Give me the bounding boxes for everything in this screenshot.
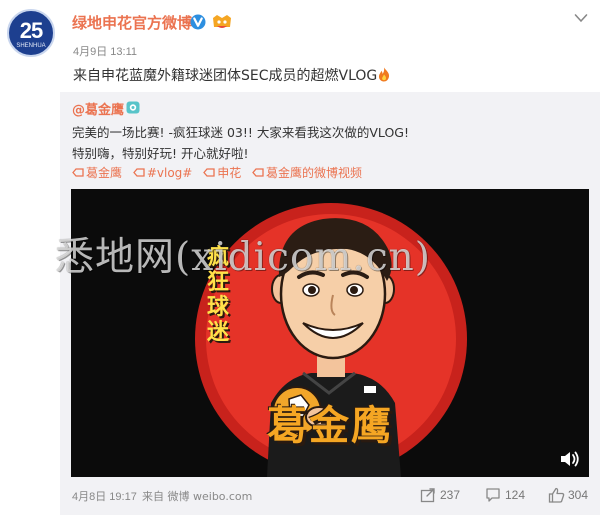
tag-label: #vlog# (146, 166, 193, 180)
repost-footer: 4月8日 19:17 来自 微博 weibo.com 237 124 304 (60, 478, 600, 515)
tag-label: 葛金鹰 (86, 166, 123, 180)
video-name-text: 葛金鹰 (267, 403, 393, 449)
post-header: 25 SHENHUA 绿地申花官方微博 4月9日 13:11 (0, 0, 600, 60)
tag-label: 葛金鹰的微博视频 (266, 166, 363, 180)
account-name[interactable]: 绿地申花官方微博 (72, 12, 192, 33)
link-icon (252, 168, 264, 177)
comment-count: 124 (505, 488, 526, 502)
avatar-number: 25 (19, 18, 43, 43)
tag-label: 申花 (217, 166, 242, 180)
post-text: 来自申花蓝魔外籍球迷团体SEC成员的超燃VLOG (73, 65, 390, 85)
tag-link[interactable]: 葛金鹰 (72, 164, 122, 181)
link-icon (203, 168, 215, 177)
verified-icon (190, 14, 206, 30)
volume-icon[interactable] (560, 450, 580, 468)
vip-member-icon[interactable] (211, 14, 233, 30)
original-post-time[interactable]: 4月8日 19:17 (72, 488, 137, 504)
link-icon (132, 168, 145, 177)
like-count: 304 (568, 488, 589, 502)
user-badge-icon (126, 101, 140, 114)
comment-icon (486, 488, 500, 502)
original-author[interactable]: @葛金鹰 (72, 99, 124, 118)
watermark: 悉地网(xidicom.cn) (55, 235, 431, 280)
share-icon (420, 488, 435, 503)
fire-icon (379, 67, 390, 82)
tag-link[interactable]: 申花 (203, 164, 241, 181)
repost-text-line: 完美的一场比赛! -疯狂球迷 03!! 大家来看我这次做的VLOG! (72, 125, 409, 140)
tag-list: 葛金鹰 #vlog# 申花 葛金鹰的微博视频 (72, 164, 369, 181)
repost-count: 237 (440, 488, 461, 502)
repost-text-line: 特别嗨，特别好玩! 开心就好啦! (72, 146, 249, 161)
post-text-content: 来自申花蓝魔外籍球迷团体SEC成员的超燃VLOG (73, 68, 378, 84)
post-source: 来自 微博 weibo.com (142, 490, 253, 503)
post-time[interactable]: 4月9日 13:11 (73, 43, 137, 59)
avatar[interactable]: 25 SHENHUA (7, 9, 55, 57)
tag-link[interactable]: #vlog# (132, 166, 193, 180)
repost-card[interactable]: @葛金鹰 完美的一场比赛! -疯狂球迷 03!! 大家来看我这次做的VLOG! … (60, 92, 600, 515)
avatar-text: SHENHUA (16, 43, 46, 49)
chevron-down-icon[interactable] (574, 13, 588, 23)
tag-link[interactable]: 葛金鹰的微博视频 (252, 164, 362, 181)
link-icon (72, 168, 84, 177)
thumbs-up-icon (548, 487, 565, 503)
